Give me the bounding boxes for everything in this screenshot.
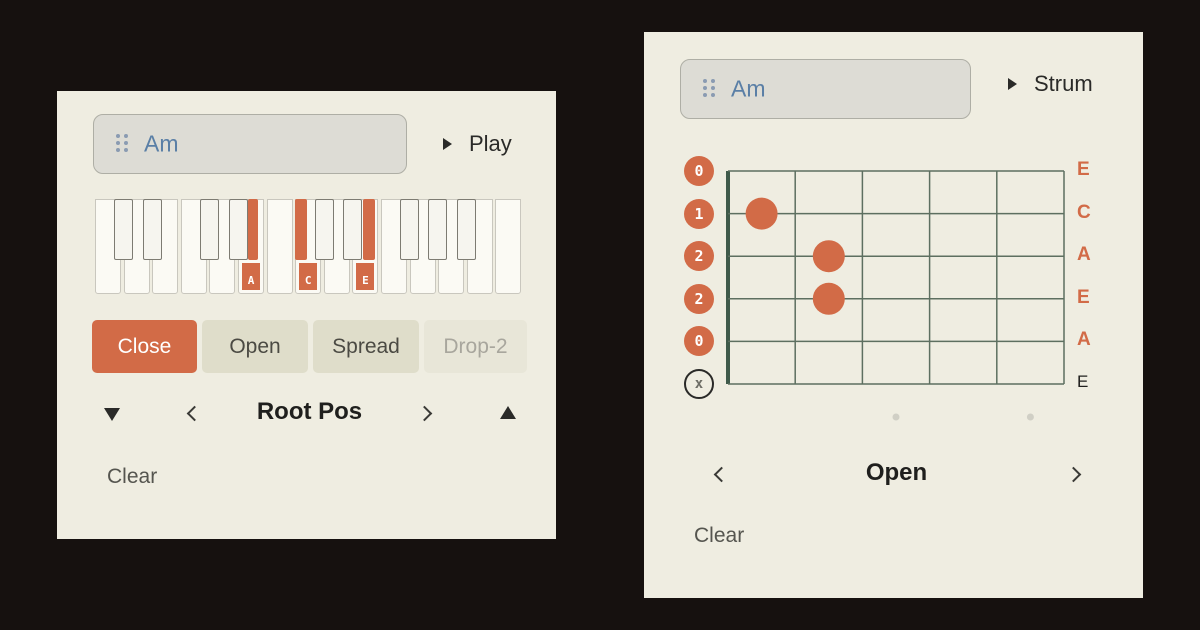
- chord-name: Am: [144, 130, 179, 157]
- black-key-active[interactable]: [295, 199, 307, 260]
- voicing-label: Spread: [332, 334, 400, 358]
- string-fret-badge[interactable]: x: [684, 369, 714, 399]
- triangle-down-icon: [104, 407, 120, 421]
- piano-chord-panel: Am Play A C E Close Open Spread Drop-2 R…: [57, 91, 556, 539]
- clear-button[interactable]: Clear: [694, 524, 744, 548]
- play-button[interactable]: Play: [443, 131, 512, 157]
- black-key[interactable]: [200, 199, 219, 260]
- inversion-label: Root Pos: [256, 398, 363, 425]
- chevron-left-icon: [713, 466, 729, 482]
- fretted-note-dot[interactable]: [812, 240, 845, 273]
- string-note-label: E: [1077, 286, 1090, 308]
- string-note-label: C: [1077, 201, 1091, 223]
- fretboard: [726, 170, 1065, 421]
- black-key[interactable]: [114, 199, 133, 260]
- play-label: Play: [469, 131, 512, 156]
- black-key[interactable]: [457, 199, 476, 260]
- play-icon: [443, 138, 452, 150]
- white-key[interactable]: [495, 199, 522, 294]
- voicing-label: Close: [117, 334, 172, 358]
- chord-input[interactable]: Am: [93, 114, 407, 174]
- black-key[interactable]: [428, 199, 447, 260]
- chevron-left-icon: [186, 405, 202, 421]
- voicing-close-button[interactable]: Close: [92, 320, 197, 373]
- drag-handle-icon[interactable]: [116, 134, 130, 154]
- fretted-note-dot[interactable]: [812, 282, 845, 315]
- voicing-label: Open: [229, 334, 281, 358]
- black-key-active[interactable]: [248, 199, 258, 260]
- chevron-right-icon: [416, 405, 432, 421]
- octave-up-button[interactable]: [497, 401, 519, 423]
- next-inversion-button[interactable]: [413, 402, 435, 424]
- black-key[interactable]: [143, 199, 162, 260]
- string-note-label: A: [1077, 244, 1091, 266]
- note-label-e: E: [362, 274, 369, 287]
- octave-down-button[interactable]: [101, 403, 123, 425]
- string-note-label: A: [1077, 329, 1091, 351]
- prev-position-button[interactable]: [710, 463, 732, 485]
- string-note-label: E: [1077, 372, 1089, 391]
- clear-button[interactable]: Clear: [107, 465, 157, 489]
- black-key[interactable]: [315, 199, 334, 260]
- black-key[interactable]: [343, 199, 362, 260]
- guitar-chord-panel: Am Strum 01220x ECAEAE Open Clear: [644, 32, 1143, 598]
- note-label-c: C: [304, 274, 312, 287]
- next-position-button[interactable]: [1062, 463, 1084, 485]
- triangle-up-icon: [500, 405, 516, 419]
- fret-marker: [892, 413, 900, 421]
- voicing-label: Drop-2: [443, 334, 508, 358]
- black-key[interactable]: [400, 199, 419, 260]
- fret-marker: [1026, 413, 1034, 421]
- string-fret-badge[interactable]: 2: [684, 241, 714, 272]
- piano-keyboard: A C E: [95, 199, 524, 296]
- voicing-selector: Close Open Spread Drop-2: [92, 320, 527, 373]
- prev-inversion-button[interactable]: [183, 402, 205, 424]
- black-key-active[interactable]: [363, 199, 375, 260]
- note-label-a: A: [247, 274, 255, 287]
- position-nav: Open: [644, 452, 1143, 496]
- voicing-spread-button[interactable]: Spread: [313, 320, 419, 373]
- chevron-right-icon: [1065, 466, 1081, 482]
- black-key[interactable]: [229, 199, 248, 260]
- voicing-drop2-button[interactable]: Drop-2: [424, 320, 527, 373]
- string-fret-badge[interactable]: 2: [684, 283, 714, 314]
- string-fret-badge[interactable]: 0: [684, 156, 714, 186]
- inversion-nav: Root Pos: [57, 391, 556, 435]
- voicing-open-button[interactable]: Open: [202, 320, 308, 373]
- string-fret-badge[interactable]: 1: [684, 198, 714, 229]
- string-note-label: E: [1077, 159, 1090, 180]
- white-key[interactable]: [266, 199, 293, 294]
- position-label: Open: [865, 459, 928, 486]
- fretted-note-dot[interactable]: [745, 197, 778, 230]
